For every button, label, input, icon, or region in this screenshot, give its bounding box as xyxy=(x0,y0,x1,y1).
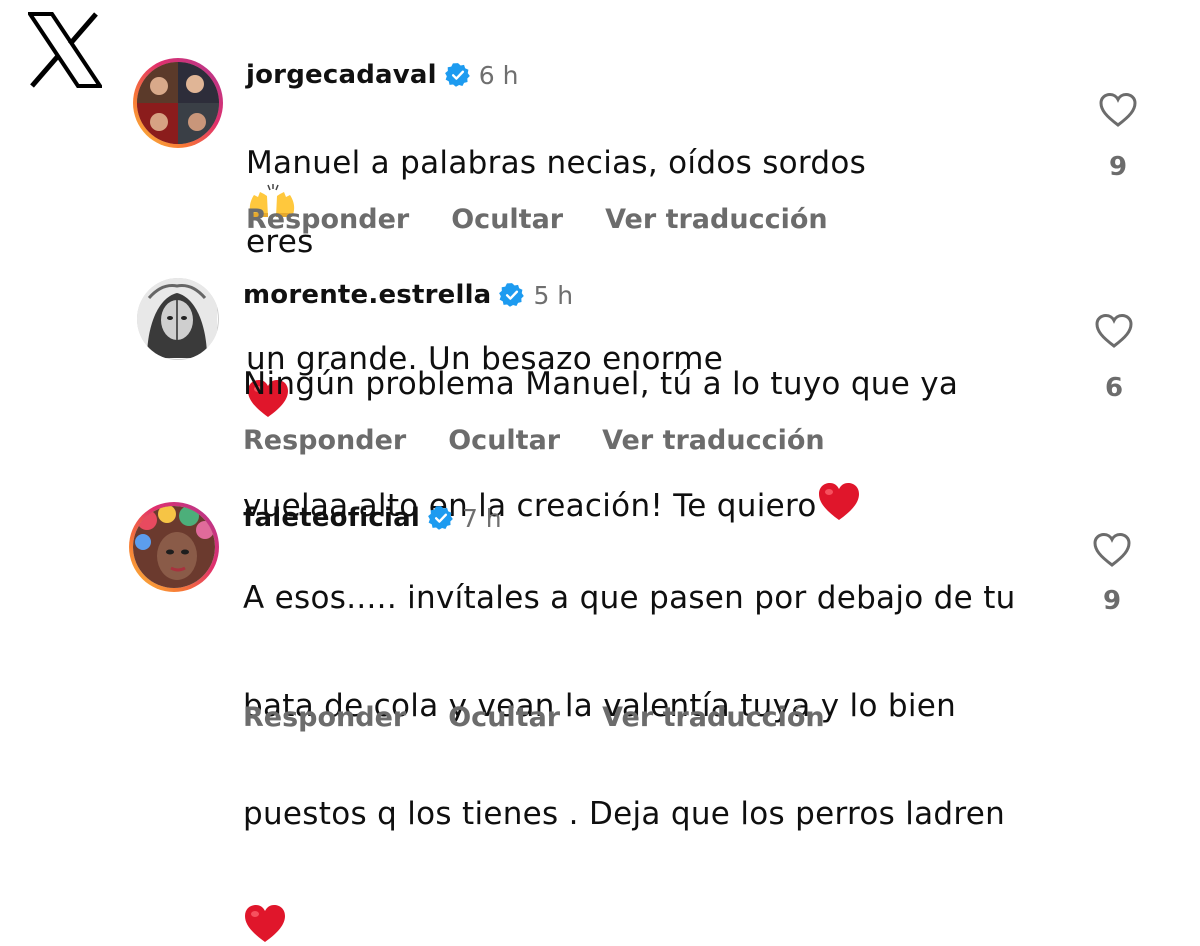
like-count: 9 xyxy=(1102,586,1122,616)
avatar[interactable] xyxy=(129,502,219,592)
avatar[interactable] xyxy=(137,278,219,360)
verified-badge-icon xyxy=(499,283,525,307)
timestamp: 5 h xyxy=(533,280,574,310)
translate-button[interactable]: Ver traducción xyxy=(605,204,827,235)
heart-outline-icon[interactable] xyxy=(1092,532,1132,568)
username[interactable]: morente.estrella xyxy=(243,280,491,310)
reply-button[interactable]: Responder xyxy=(243,425,406,456)
hide-button[interactable]: Ocultar xyxy=(448,702,560,733)
red-heart-emoji xyxy=(818,483,859,520)
like-count: 6 xyxy=(1104,373,1124,403)
translate-button[interactable]: Ver traducción xyxy=(602,425,824,456)
username[interactable]: faleteoficial xyxy=(243,503,420,533)
hide-button[interactable]: Ocultar xyxy=(451,204,563,235)
timestamp: 6 h xyxy=(478,60,519,90)
comment-text: A esos..... invítales a que pasen por de… xyxy=(243,544,1043,946)
username[interactable]: jorgecadaval xyxy=(246,60,437,90)
reply-button[interactable]: Responder xyxy=(246,204,409,235)
reply-button[interactable]: Responder xyxy=(243,702,406,733)
hide-button[interactable]: Ocultar xyxy=(448,425,560,456)
heart-outline-icon[interactable] xyxy=(1098,92,1138,128)
red-heart-emoji xyxy=(245,905,285,942)
verified-badge-icon xyxy=(428,506,453,530)
x-logo-icon xyxy=(28,12,102,88)
translate-button[interactable]: Ver traducción xyxy=(602,702,824,733)
verified-badge-icon xyxy=(444,63,470,87)
avatar[interactable] xyxy=(133,58,223,148)
like-count: 9 xyxy=(1108,152,1128,182)
heart-outline-icon[interactable] xyxy=(1094,313,1134,349)
timestamp: 7 h xyxy=(461,503,502,533)
